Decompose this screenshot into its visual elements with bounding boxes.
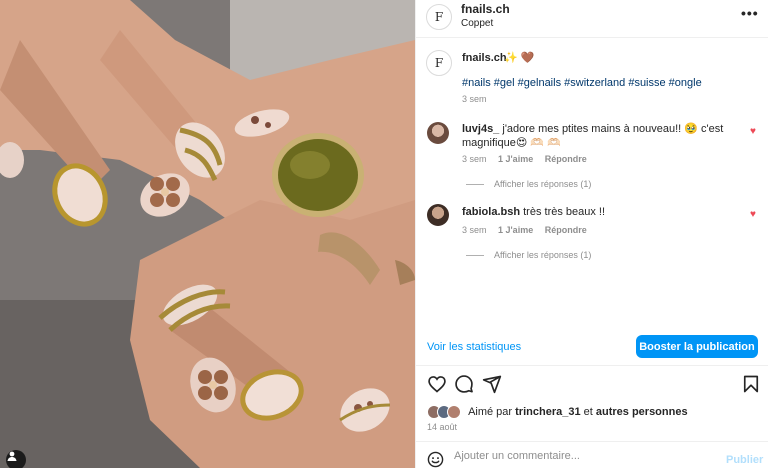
caption-hashtags[interactable]: #nails #gel #gelnails #switzerland #suis… — [462, 77, 702, 89]
liked-by-others[interactable]: autres personnes — [596, 406, 688, 418]
author-avatar[interactable]: F — [426, 4, 452, 30]
insights-row: Voir les statistiques Booster la publica… — [416, 326, 768, 366]
caption-username[interactable]: fnails.ch — [462, 52, 507, 64]
comment-text: fabiola.bsh très très beaux !! — [462, 205, 732, 219]
replies-divider — [466, 255, 484, 257]
post-photo[interactable] — [0, 0, 415, 468]
more-horizontal-icon[interactable]: ••• — [741, 6, 758, 22]
publish-comment-button[interactable]: Publier — [726, 454, 763, 466]
liked-by-middle: et — [580, 406, 596, 418]
liked-by-row[interactable]: Aimé par trinchera_31 et autres personne… — [427, 405, 688, 421]
view-replies-label: Afficher les réponses (1) — [494, 179, 592, 189]
comment-username[interactable]: luvj4s_ — [462, 123, 499, 135]
comment-body: j'adore mes ptites mains à nouveau!! 🥹 c… — [462, 123, 724, 149]
comment-input[interactable] — [454, 450, 684, 462]
post-actions — [416, 374, 768, 396]
comment-timestamp: 3 sem — [462, 154, 487, 164]
heart-icon[interactable] — [427, 374, 447, 394]
liked-by-text: Aimé par trinchera_31 et autres personne… — [468, 406, 688, 418]
comment-likes-count[interactable]: 1 J'aime — [498, 154, 533, 164]
share-icon[interactable] — [482, 374, 502, 394]
view-replies-button[interactable]: Afficher les réponses (1) — [466, 250, 591, 260]
add-comment-bar: Publier — [416, 441, 768, 468]
comment-text: luvj4s_ j'adore mes ptites mains à nouve… — [462, 122, 732, 150]
comment-avatar[interactable] — [427, 204, 449, 226]
comment-reply-button[interactable]: Répondre — [545, 225, 587, 235]
user-tag-icon-glyph — [7, 451, 17, 461]
comment-heart-icon[interactable]: ♥ — [750, 210, 760, 220]
comment-avatar[interactable] — [427, 122, 449, 144]
post-date[interactable]: 14 août — [427, 422, 457, 432]
comment-timestamp: 3 sem — [462, 225, 487, 235]
liker-avatar — [447, 405, 461, 419]
emoji-icon[interactable] — [427, 451, 444, 468]
liked-by-prefix: Aimé par — [468, 406, 516, 418]
caption-emojis: ✨ 🤎 — [504, 52, 535, 64]
liked-by-avatars — [427, 405, 465, 419]
comment-icon[interactable] — [454, 374, 474, 394]
bookmark-icon[interactable] — [741, 374, 761, 394]
view-replies-button[interactable]: Afficher les réponses (1) — [466, 179, 591, 189]
post-header: F fnails.ch Coppet ••• — [416, 0, 768, 38]
comment-body: très très beaux !! — [520, 206, 606, 218]
comment-reply-button[interactable]: Répondre — [545, 154, 587, 164]
caption-timestamp: 3 sem — [462, 94, 487, 104]
comment-likes-count[interactable]: 1 J'aime — [498, 225, 533, 235]
liked-by-user[interactable]: trinchera_31 — [515, 406, 580, 418]
caption-author-avatar[interactable]: F — [426, 50, 452, 76]
post-location[interactable]: Coppet — [461, 18, 493, 29]
post-side-panel: F fnails.ch Coppet ••• F fnails.ch ✨ 🤎 #… — [415, 0, 768, 468]
replies-divider — [466, 184, 484, 186]
author-username[interactable]: fnails.ch — [461, 2, 510, 16]
comment-meta: 3 sem 1 J'aime Répondre — [462, 154, 596, 164]
boost-post-button[interactable]: Booster la publication — [636, 335, 758, 358]
comment-meta: 3 sem 1 J'aime Répondre — [462, 225, 596, 235]
user-tag-icon[interactable] — [6, 450, 26, 468]
nails-photo-illustration — [0, 0, 415, 468]
comment-username[interactable]: fabiola.bsh — [462, 206, 520, 218]
view-replies-label: Afficher les réponses (1) — [494, 250, 592, 260]
view-insights-link[interactable]: Voir les statistiques — [427, 341, 521, 353]
comment-heart-icon[interactable]: ♥ — [750, 127, 760, 137]
